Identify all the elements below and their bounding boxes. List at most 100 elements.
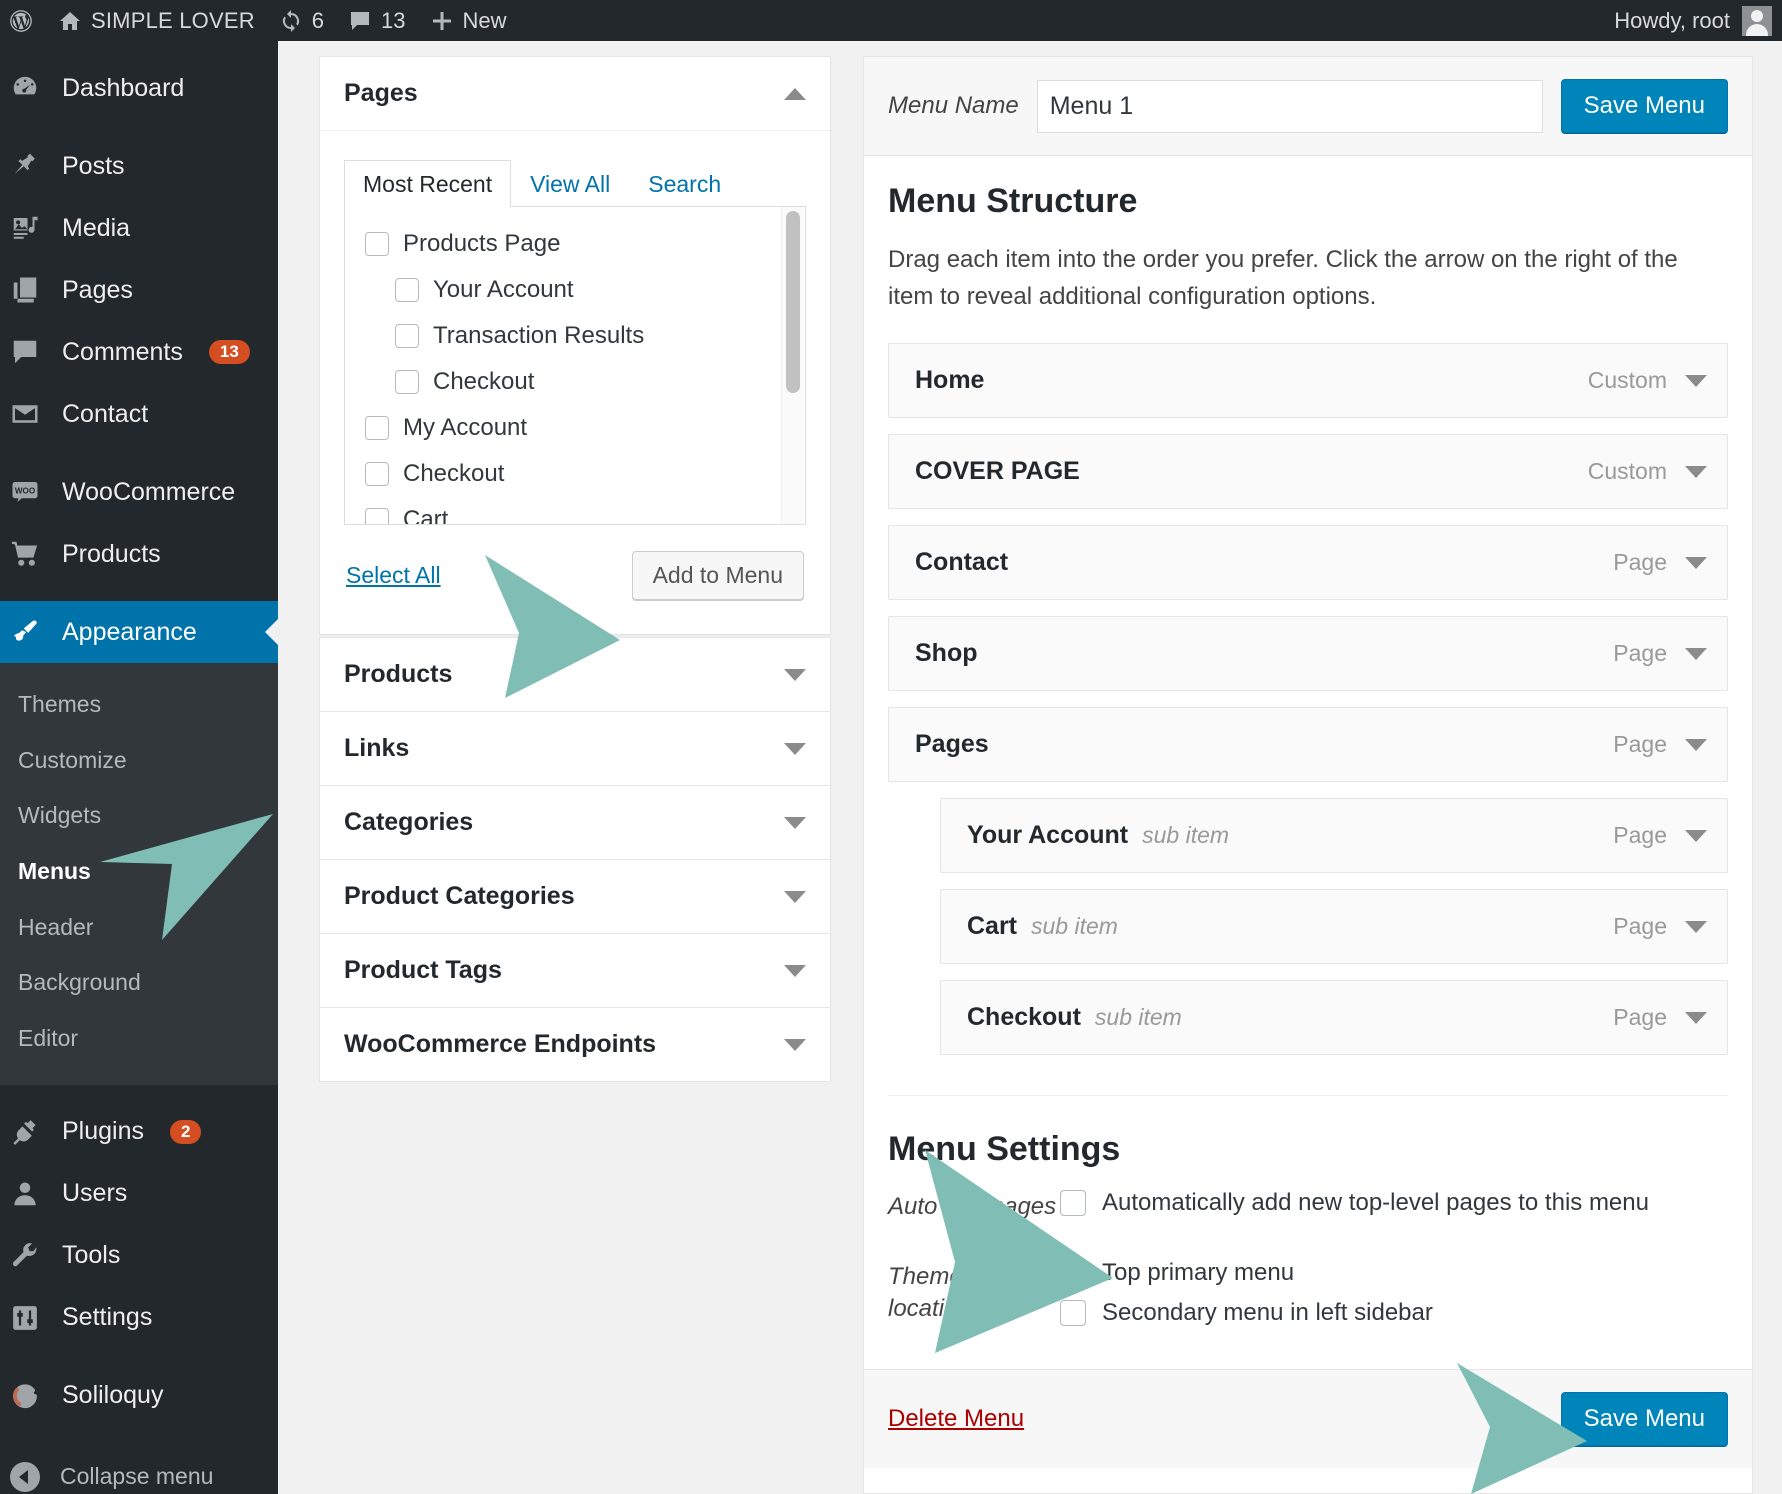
sidebar-subitem-themes[interactable]: Themes (0, 677, 278, 733)
chevron-down-icon[interactable] (1685, 739, 1707, 751)
select-all-link[interactable]: Select All (346, 562, 441, 589)
save-menu-button-top[interactable]: Save Menu (1561, 79, 1728, 133)
menu-item-name: Contact (915, 548, 1008, 577)
delete-menu-link[interactable]: Delete Menu (888, 1405, 1024, 1433)
checkbox[interactable] (1060, 1260, 1086, 1286)
sidebar-item-appearance[interactable]: Appearance (0, 601, 278, 663)
chevron-down-icon[interactable] (1685, 557, 1707, 569)
theme-location-secondary[interactable]: Secondary menu in left sidebar (1060, 1299, 1433, 1327)
chevron-down-icon[interactable] (1685, 1012, 1707, 1024)
sidebar-subitem-editor[interactable]: Editor (0, 1011, 278, 1067)
account-menu[interactable]: Howdy, root (1614, 6, 1782, 36)
sidebar-item-label: Contact (62, 400, 148, 429)
list-item[interactable]: Your Account (365, 267, 805, 313)
accordion-product-categories[interactable]: Product Categories (319, 860, 831, 934)
status-badge: 2 (170, 1120, 201, 1144)
checkbox[interactable] (365, 508, 389, 525)
accordion-links[interactable]: Links (319, 712, 831, 786)
menu-item-row[interactable]: COVER PAGE Custom (888, 434, 1728, 509)
sidebar-subitem-customize[interactable]: Customize (0, 733, 278, 789)
list-item[interactable]: Products Page (365, 221, 805, 267)
site-name-button[interactable]: SIMPLE LOVER (46, 0, 267, 41)
menu-item-name: COVER PAGE (915, 457, 1080, 486)
sidebar-item-pages[interactable]: Pages (0, 259, 278, 321)
sidebar-item-media[interactable]: Media (0, 197, 278, 259)
chevron-up-icon[interactable] (784, 88, 806, 100)
sidebar-subitem-widgets[interactable]: Widgets (0, 788, 278, 844)
theme-location-top-primary[interactable]: Top primary menu (1060, 1259, 1433, 1287)
sidebar-item-dashboard[interactable]: Dashboard (0, 57, 278, 119)
scrollbar[interactable] (781, 207, 803, 525)
sidebar-item-settings[interactable]: Settings (0, 1287, 278, 1349)
pages-checkbox-list[interactable]: Products Page Your Account Transaction R… (344, 207, 806, 525)
sidebar-item-plugins[interactable]: Plugins 2 (0, 1101, 278, 1163)
chevron-down-icon[interactable] (784, 669, 806, 681)
chevron-down-icon[interactable] (784, 891, 806, 903)
sidebar-item-woocommerce[interactable]: WOO WooCommerce (0, 461, 278, 523)
checkbox[interactable] (1060, 1190, 1086, 1216)
menu-item-type: Custom (1588, 458, 1667, 485)
menu-item-row[interactable]: Home Custom (888, 343, 1728, 418)
sidebar-item-contact[interactable]: Contact (0, 383, 278, 445)
sidebar-item-products[interactable]: Products (0, 523, 278, 585)
new-content-button[interactable]: New (418, 0, 519, 41)
updates-button[interactable]: 6 (267, 0, 336, 41)
menu-item-row[interactable]: Pages Page (888, 707, 1728, 782)
auto-add-pages-row: Auto add pages Automatically add new top… (888, 1189, 1728, 1229)
menu-name-input[interactable] (1037, 80, 1543, 133)
scrollbar-thumb[interactable] (786, 211, 800, 393)
menu-item-row[interactable]: Cart sub item Page (940, 889, 1728, 964)
sidebar-item-label: Settings (62, 1303, 152, 1332)
checkbox[interactable] (365, 416, 389, 440)
chevron-down-icon[interactable] (1685, 921, 1707, 933)
chevron-down-icon[interactable] (784, 743, 806, 755)
collapse-menu-button[interactable]: Collapse menu (0, 1447, 278, 1494)
checkbox[interactable] (365, 462, 389, 486)
checkbox[interactable] (395, 324, 419, 348)
wordpress-logo-button[interactable] (0, 0, 46, 41)
list-item[interactable]: Checkout (365, 359, 805, 405)
comments-button[interactable]: 13 (336, 0, 417, 41)
accordion-categories[interactable]: Categories (319, 786, 831, 860)
auto-add-pages-option[interactable]: Automatically add new top-level pages to… (1060, 1189, 1649, 1217)
chevron-down-icon[interactable] (1685, 466, 1707, 478)
accordion-product-tags[interactable]: Product Tags (319, 934, 831, 1008)
sidebar-item-posts[interactable]: Posts (0, 135, 278, 197)
sidebar-item-tools[interactable]: Tools (0, 1225, 278, 1287)
chevron-down-icon[interactable] (784, 965, 806, 977)
list-item[interactable]: Cart (365, 497, 805, 525)
add-to-menu-button[interactable]: Add to Menu (632, 551, 804, 600)
sidebar-item-label: WooCommerce (62, 478, 235, 507)
menu-item-row[interactable]: Contact Page (888, 525, 1728, 600)
sidebar-subitem-menus[interactable]: Menus (0, 844, 278, 900)
checkbox[interactable] (1060, 1300, 1086, 1326)
chevron-down-icon[interactable] (1685, 830, 1707, 842)
sidebar-item-comments[interactable]: Comments 13 (0, 321, 278, 383)
list-item[interactable]: Checkout (365, 451, 805, 497)
sidebar-item-users[interactable]: Users (0, 1163, 278, 1225)
plus-icon (430, 9, 454, 33)
chevron-down-icon[interactable] (1685, 648, 1707, 660)
pages-metabox-header[interactable]: Pages (320, 57, 830, 131)
sidebar-item-soliloquy[interactable]: Soliloquy (0, 1365, 278, 1427)
checkbox[interactable] (395, 278, 419, 302)
tab-search[interactable]: Search (629, 160, 740, 207)
accordion-woocommerce-endpoints[interactable]: WooCommerce Endpoints (319, 1008, 831, 1082)
tab-view-all[interactable]: View All (511, 160, 629, 207)
menu-item-row[interactable]: Shop Page (888, 616, 1728, 691)
list-item[interactable]: Transaction Results (365, 313, 805, 359)
checkbox[interactable] (365, 232, 389, 256)
accordion-products[interactable]: Products (319, 637, 831, 712)
list-item[interactable]: My Account (365, 405, 805, 451)
menu-item-row[interactable]: Checkout sub item Page (940, 980, 1728, 1055)
chevron-down-icon[interactable] (784, 1039, 806, 1051)
tab-most-recent[interactable]: Most Recent (344, 160, 511, 207)
save-menu-button-bottom[interactable]: Save Menu (1561, 1392, 1728, 1446)
menu-structure-title: Menu Structure (888, 182, 1728, 221)
menu-item-row[interactable]: Your Account sub item Page (940, 798, 1728, 873)
sidebar-subitem-background[interactable]: Background (0, 955, 278, 1011)
chevron-down-icon[interactable] (1685, 375, 1707, 387)
sidebar-subitem-header[interactable]: Header (0, 900, 278, 956)
chevron-down-icon[interactable] (784, 817, 806, 829)
checkbox[interactable] (395, 370, 419, 394)
